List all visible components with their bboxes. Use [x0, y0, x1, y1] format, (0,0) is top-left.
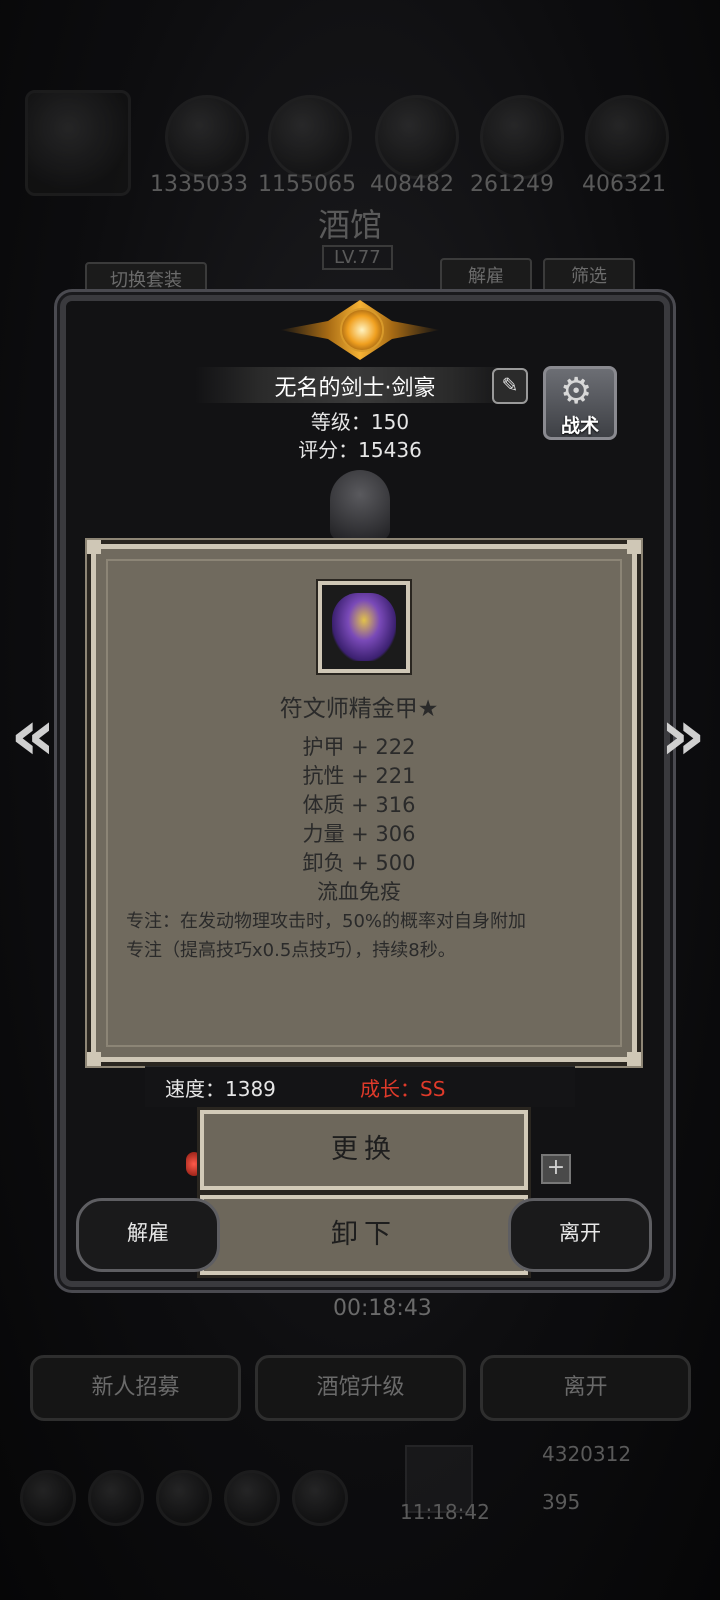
timer: 00:18:43	[333, 1296, 432, 1321]
growth-text: 成长：SS	[360, 1077, 446, 1101]
unequip-button[interactable]: 卸下	[200, 1195, 528, 1275]
item-description: 专注：在发动物理攻击时，50%的概率对自身附加 专注（提高技巧x0.5点技巧），…	[126, 907, 606, 965]
clock-time: 11:18:42	[400, 1500, 490, 1524]
menu-icon-3	[156, 1470, 212, 1526]
hero-portrait-icon	[25, 90, 131, 196]
corner-ornament	[627, 540, 641, 554]
tavern-leave-button[interactable]: 离开	[480, 1355, 691, 1421]
tavern-upgrade-button[interactable]: 酒馆升级	[255, 1355, 466, 1421]
description-line: 专注（提高技巧x0.5点技巧），持续8秒。	[126, 940, 456, 961]
item-tooltip: 符文师精金甲★ 护甲 + 222 抗性 + 221 体质 + 316 力量 + …	[87, 540, 641, 1066]
gem-amount: 395	[542, 1490, 581, 1514]
currency-3: 408482	[370, 172, 454, 197]
leave-button[interactable]: 离开	[508, 1198, 652, 1272]
gold-amount: 4320312	[542, 1442, 632, 1466]
resource-icon-1	[165, 95, 249, 179]
item-stat: 体质 + 316	[302, 793, 416, 817]
dismiss-button[interactable]: 解雇	[76, 1198, 220, 1272]
helmet-icon	[330, 470, 390, 540]
tavern-title: 酒馆	[318, 206, 383, 244]
item-stat: 卸负 + 500	[302, 851, 416, 875]
corner-ornament	[87, 1052, 101, 1066]
menu-icon-5	[292, 1470, 348, 1526]
menu-icon-4	[224, 1470, 280, 1526]
recruit-button[interactable]: 新人招募	[30, 1355, 241, 1421]
resource-icon-2	[268, 95, 352, 179]
item-stat: 护甲 + 222	[302, 735, 416, 759]
menu-icon-2	[88, 1470, 144, 1526]
resource-icon-3	[375, 95, 459, 179]
next-hero-arrow[interactable]: »	[658, 700, 708, 770]
add-button[interactable]: +	[541, 1154, 571, 1184]
description-line: 专注：在发动物理攻击时，50%的概率对自身附加	[126, 911, 527, 932]
tavern-level: LV.77	[322, 245, 393, 270]
currency-4: 261249	[470, 172, 554, 197]
tactic-label: 战术	[560, 415, 599, 437]
armor-icon	[318, 581, 410, 673]
currency-1: 1335033	[150, 172, 248, 197]
replace-button[interactable]: 更换	[200, 1110, 528, 1190]
pencil-icon: ✎	[501, 373, 519, 397]
hero-name: 无名的剑士·剑豪	[274, 376, 436, 401]
hero-info-bar: 速度：1389 成长：SS	[145, 1066, 575, 1107]
item-stat: 力量 + 306	[302, 822, 416, 846]
currency-5: 406321	[582, 172, 666, 197]
tactic-button[interactable]: ⚙ 战术	[543, 366, 617, 440]
corner-ornament	[87, 540, 101, 554]
item-stat: 流血免疫	[317, 880, 401, 904]
item-stat: 抗性 + 221	[302, 764, 416, 788]
filter-button[interactable]: 筛选	[543, 258, 635, 296]
speed-text: 速度：1389	[165, 1077, 276, 1101]
armor-art	[332, 593, 396, 661]
gear-icon: ⚙	[560, 371, 593, 412]
edit-name-button[interactable]: ✎	[492, 368, 528, 404]
hero-level: 等级：150	[310, 410, 410, 434]
hero-score: 评分：15436	[298, 438, 422, 462]
corner-ornament	[627, 1052, 641, 1066]
dismiss-filter-button[interactable]: 解雇	[440, 258, 532, 296]
prev-hero-arrow[interactable]: «	[8, 700, 58, 770]
item-name: 符文师精金甲★	[279, 696, 439, 722]
resource-icon-5	[585, 95, 669, 179]
currency-2: 1155065	[258, 172, 356, 197]
menu-icon-1	[20, 1470, 76, 1526]
emblem-icon	[340, 308, 384, 352]
resource-icon-4	[480, 95, 564, 179]
